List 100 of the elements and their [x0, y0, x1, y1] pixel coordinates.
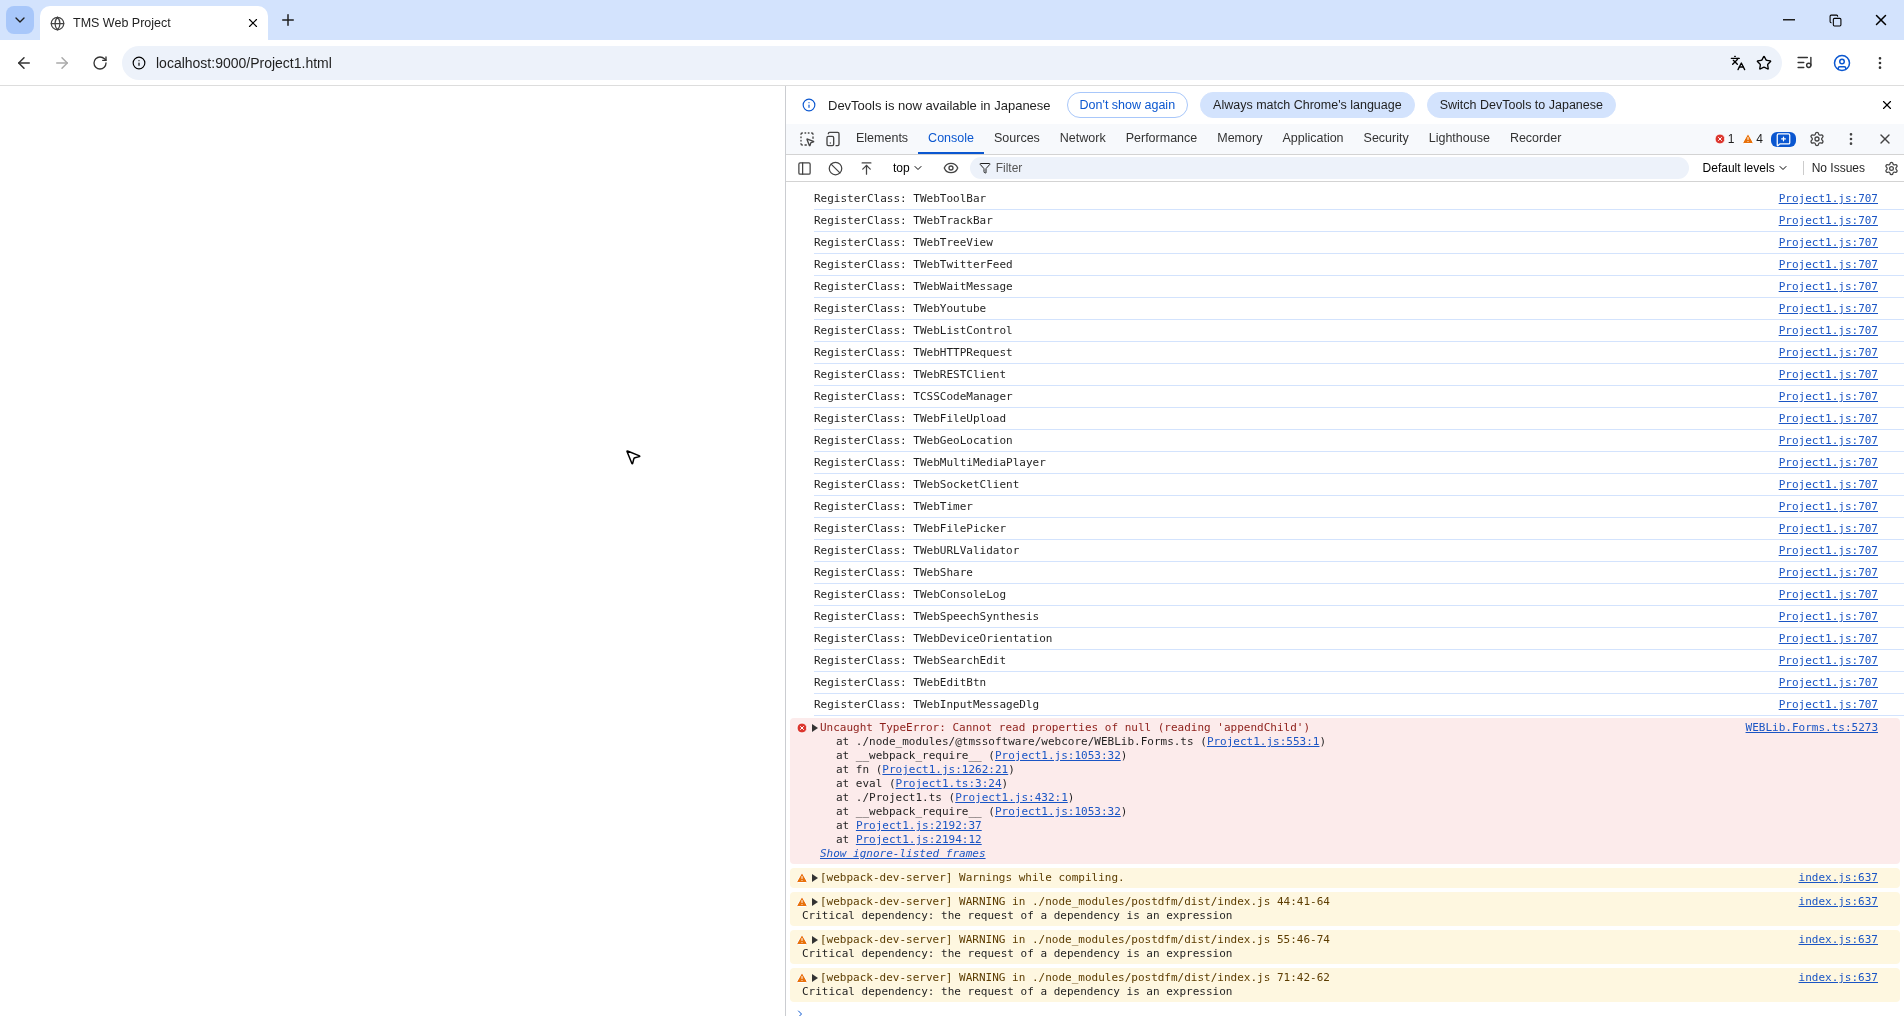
devtools-tab[interactable]: Application: [1272, 124, 1354, 154]
message-text: [webpack-dev-server] WARNING in ./node_modules/postdfm/dist/index.js 44:41-64: [820, 895, 1331, 909]
source-link[interactable]: Project1.js:707: [1778, 192, 1878, 205]
source-link[interactable]: WEBLib.Forms.ts:5273: [1745, 721, 1878, 735]
message-text: [webpack-dev-server] WARNING in ./node_modules/postdfm/dist/index.js 55:46-74: [820, 933, 1331, 947]
info-icon: [802, 98, 816, 112]
sidebar-icon: [797, 160, 812, 176]
source-link[interactable]: Project1.js:707: [1778, 236, 1878, 249]
restore-icon: [1828, 13, 1842, 27]
source-link[interactable]: Project1.js:707: [1778, 258, 1878, 271]
message-text: [webpack-dev-server] WARNING in ./node_modules/postdfm/dist/index.js 71:42-62: [820, 971, 1331, 985]
translate-icon[interactable]: [1730, 54, 1746, 71]
stack-link[interactable]: Project1.js:553:1: [1206, 735, 1320, 748]
infobar-button[interactable]: Switch DevTools to Japanese: [1426, 92, 1616, 118]
source-link[interactable]: Project1.js:707: [1778, 214, 1878, 227]
expand-arrow-icon[interactable]: [812, 898, 818, 906]
stack-link[interactable]: Project1.js:2194:12: [855, 833, 982, 846]
stack-link[interactable]: Project1.js:1262:21: [882, 763, 1009, 776]
stack-frame: at __webpack_require__ (Project1.js:1053:32): [812, 805, 1878, 819]
source-link[interactable]: Project1.js:707: [1778, 390, 1878, 403]
source-link[interactable]: index.js:637: [1798, 933, 1878, 947]
log-text: RegisterClass: TWebTreeView: [814, 236, 994, 249]
stack-link[interactable]: Project1.js:432:1: [955, 791, 1068, 804]
devtools-tab[interactable]: Security: [1353, 124, 1419, 154]
close-button[interactable]: [1880, 98, 1894, 112]
stack-link[interactable]: Project1.js:1053:32: [994, 749, 1121, 762]
minimize-icon: [1783, 19, 1795, 21]
url-text: localhost:9000/Project1.html: [156, 54, 333, 71]
source-link[interactable]: Project1.js:707: [1778, 522, 1878, 535]
source-link[interactable]: Project1.js:707: [1778, 566, 1878, 579]
expand-arrow-icon[interactable]: [812, 974, 818, 982]
log-text: RegisterClass: TWebToolBar: [814, 192, 988, 205]
bookmark-star-icon[interactable]: [1756, 54, 1772, 71]
stack-frame: at fn (Project1.js:1262:21): [812, 763, 1878, 777]
source-link[interactable]: Project1.js:707: [1778, 434, 1878, 447]
devtools-tab[interactable]: Elements: [846, 124, 919, 154]
stack-frame: at Project1.js:2192:37: [812, 819, 1878, 833]
levels-dropdown[interactable]: Default levels: [1694, 161, 1797, 175]
log-text: RegisterClass: TWebListControl: [814, 324, 1014, 337]
source-link[interactable]: Project1.js:707: [1778, 324, 1878, 337]
warning-icon: [796, 896, 808, 908]
expand-arrow-icon[interactable]: [812, 936, 818, 944]
error-icon: [796, 722, 808, 734]
browser-tab[interactable]: TMS Web Project: [40, 6, 268, 40]
plus-icon: [279, 11, 297, 29]
error-count[interactable]: 1: [1713, 132, 1735, 146]
source-link[interactable]: Project1.js:707: [1778, 610, 1878, 623]
source-link[interactable]: Project1.js:707: [1778, 654, 1878, 667]
source-link[interactable]: index.js:637: [1798, 971, 1878, 985]
source-link[interactable]: Project1.js:707: [1778, 500, 1878, 513]
close-icon: [1880, 98, 1894, 112]
source-link[interactable]: index.js:637: [1798, 871, 1878, 885]
address-bar[interactable]: localhost:9000/Project1.html: [122, 45, 1782, 80]
source-link[interactable]: Project1.js:707: [1778, 698, 1878, 711]
filter-field[interactable]: Filter: [969, 157, 1689, 179]
source-link[interactable]: Project1.js:707: [1778, 632, 1878, 645]
stack-link[interactable]: Project1.js:1053:32: [994, 805, 1121, 818]
infobar-message: DevTools is now available in Japanese: [828, 97, 1051, 113]
source-link[interactable]: index.js:637: [1798, 895, 1878, 909]
stack-frame: at eval (Project1.ts:3:24): [812, 777, 1878, 791]
expand-arrow-icon[interactable]: [812, 874, 818, 882]
ai-assistance-button[interactable]: [1771, 131, 1796, 147]
infobar-button[interactable]: Always match Chrome's language: [1200, 92, 1415, 118]
ignore-listed-link[interactable]: Show ignore-listed frames: [812, 847, 1878, 861]
close-icon[interactable]: [246, 16, 260, 30]
devtools-tab[interactable]: Memory: [1207, 124, 1273, 154]
source-link[interactable]: Project1.js:707: [1778, 456, 1878, 469]
reload-icon: [92, 54, 108, 71]
log-text: RegisterClass: TWebShare: [814, 566, 974, 579]
devtools-tab[interactable]: Sources: [984, 124, 1050, 154]
log-text: RegisterClass: TWebEditBtn: [814, 676, 988, 689]
infobar-button[interactable]: Don't show again: [1066, 92, 1189, 118]
warning-count[interactable]: 4: [1742, 132, 1763, 146]
devices-icon: [825, 131, 841, 147]
log-text: RegisterClass: TCSSCodeManager: [814, 390, 1014, 403]
source-link[interactable]: Project1.js:707: [1778, 302, 1878, 315]
source-link[interactable]: Project1.js:707: [1778, 676, 1878, 689]
source-link[interactable]: Project1.js:707: [1778, 412, 1878, 425]
stack-link[interactable]: Project1.ts:3:24: [895, 777, 1002, 790]
devtools-tab[interactable]: Lighthouse: [1418, 124, 1500, 154]
source-link[interactable]: Project1.js:707: [1778, 478, 1878, 491]
log-text: RegisterClass: TWebDeviceOrientation: [814, 632, 1054, 645]
stack-frame: at __webpack_require__ (Project1.js:1053:32): [812, 749, 1878, 763]
context-dropdown[interactable]: top: [885, 161, 932, 175]
devtools-tab[interactable]: Performance: [1115, 124, 1208, 154]
issues-indicator[interactable]: No Issues: [1802, 161, 1873, 175]
source-link[interactable]: Project1.js:707: [1778, 588, 1878, 601]
devtools-tab[interactable]: Network: [1049, 124, 1116, 154]
source-link[interactable]: Project1.js:707: [1778, 346, 1878, 359]
log-text: RegisterClass: TWebConsoleLog: [814, 588, 1008, 601]
source-link[interactable]: Project1.js:707: [1778, 544, 1878, 557]
settings-icon: [1884, 160, 1899, 176]
devtools-tab[interactable]: Console: [918, 124, 984, 154]
tab-search-button[interactable]: [6, 6, 34, 34]
info-icon[interactable]: [132, 55, 146, 70]
devtools-tab[interactable]: Recorder: [1499, 124, 1572, 154]
source-link[interactable]: Project1.js:707: [1778, 280, 1878, 293]
stack-link[interactable]: Project1.js:2192:37: [855, 819, 982, 832]
source-link[interactable]: Project1.js:707: [1778, 368, 1878, 381]
expand-arrow-icon[interactable]: [812, 724, 818, 732]
